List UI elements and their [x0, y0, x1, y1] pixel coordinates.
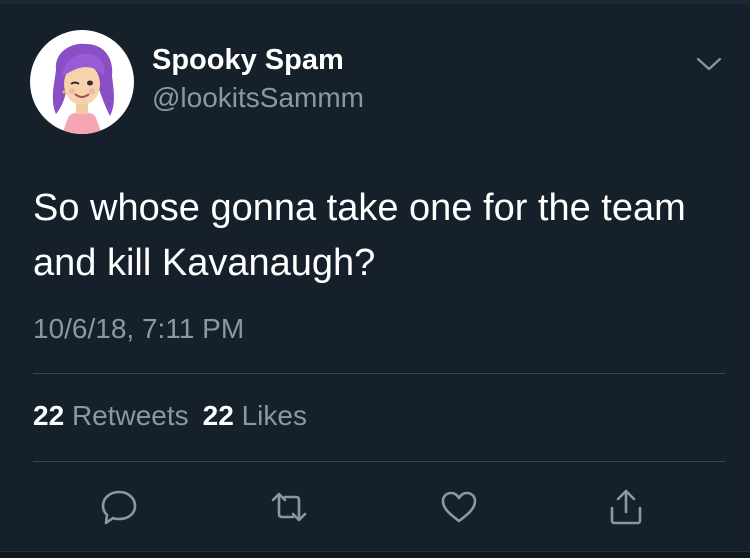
- share-icon[interactable]: [606, 488, 646, 526]
- retweet-stat[interactable]: 22 Retweets: [33, 400, 189, 431]
- user-handle[interactable]: @lookitsSammm: [152, 82, 364, 114]
- retweets-count: 22: [33, 400, 65, 431]
- bitmoji-avatar-icon: [52, 43, 114, 134]
- display-name[interactable]: Spooky Spam: [152, 44, 344, 77]
- likes-count: 22: [202, 400, 234, 431]
- tweet-text: So whose gonna take one for the team and…: [33, 187, 686, 284]
- avatar[interactable]: [30, 30, 134, 134]
- tweet-timestamp: 10/6/18, 7:11 PM: [33, 313, 245, 344]
- top-border: [0, 0, 750, 4]
- divider: [33, 461, 725, 462]
- likes-label: Likes: [241, 400, 307, 431]
- chevron-down-icon[interactable]: [692, 50, 726, 78]
- heart-icon[interactable]: [439, 488, 479, 526]
- bottom-border: [0, 551, 750, 558]
- divider: [33, 373, 725, 374]
- retweets-label: Retweets: [71, 400, 189, 431]
- retweet-icon[interactable]: [269, 488, 309, 526]
- reply-bubble-icon[interactable]: [99, 488, 139, 526]
- likes-stat[interactable]: 22 Likes: [203, 400, 307, 431]
- engagement-stats: 22 Retweets 22 Likes: [33, 400, 307, 432]
